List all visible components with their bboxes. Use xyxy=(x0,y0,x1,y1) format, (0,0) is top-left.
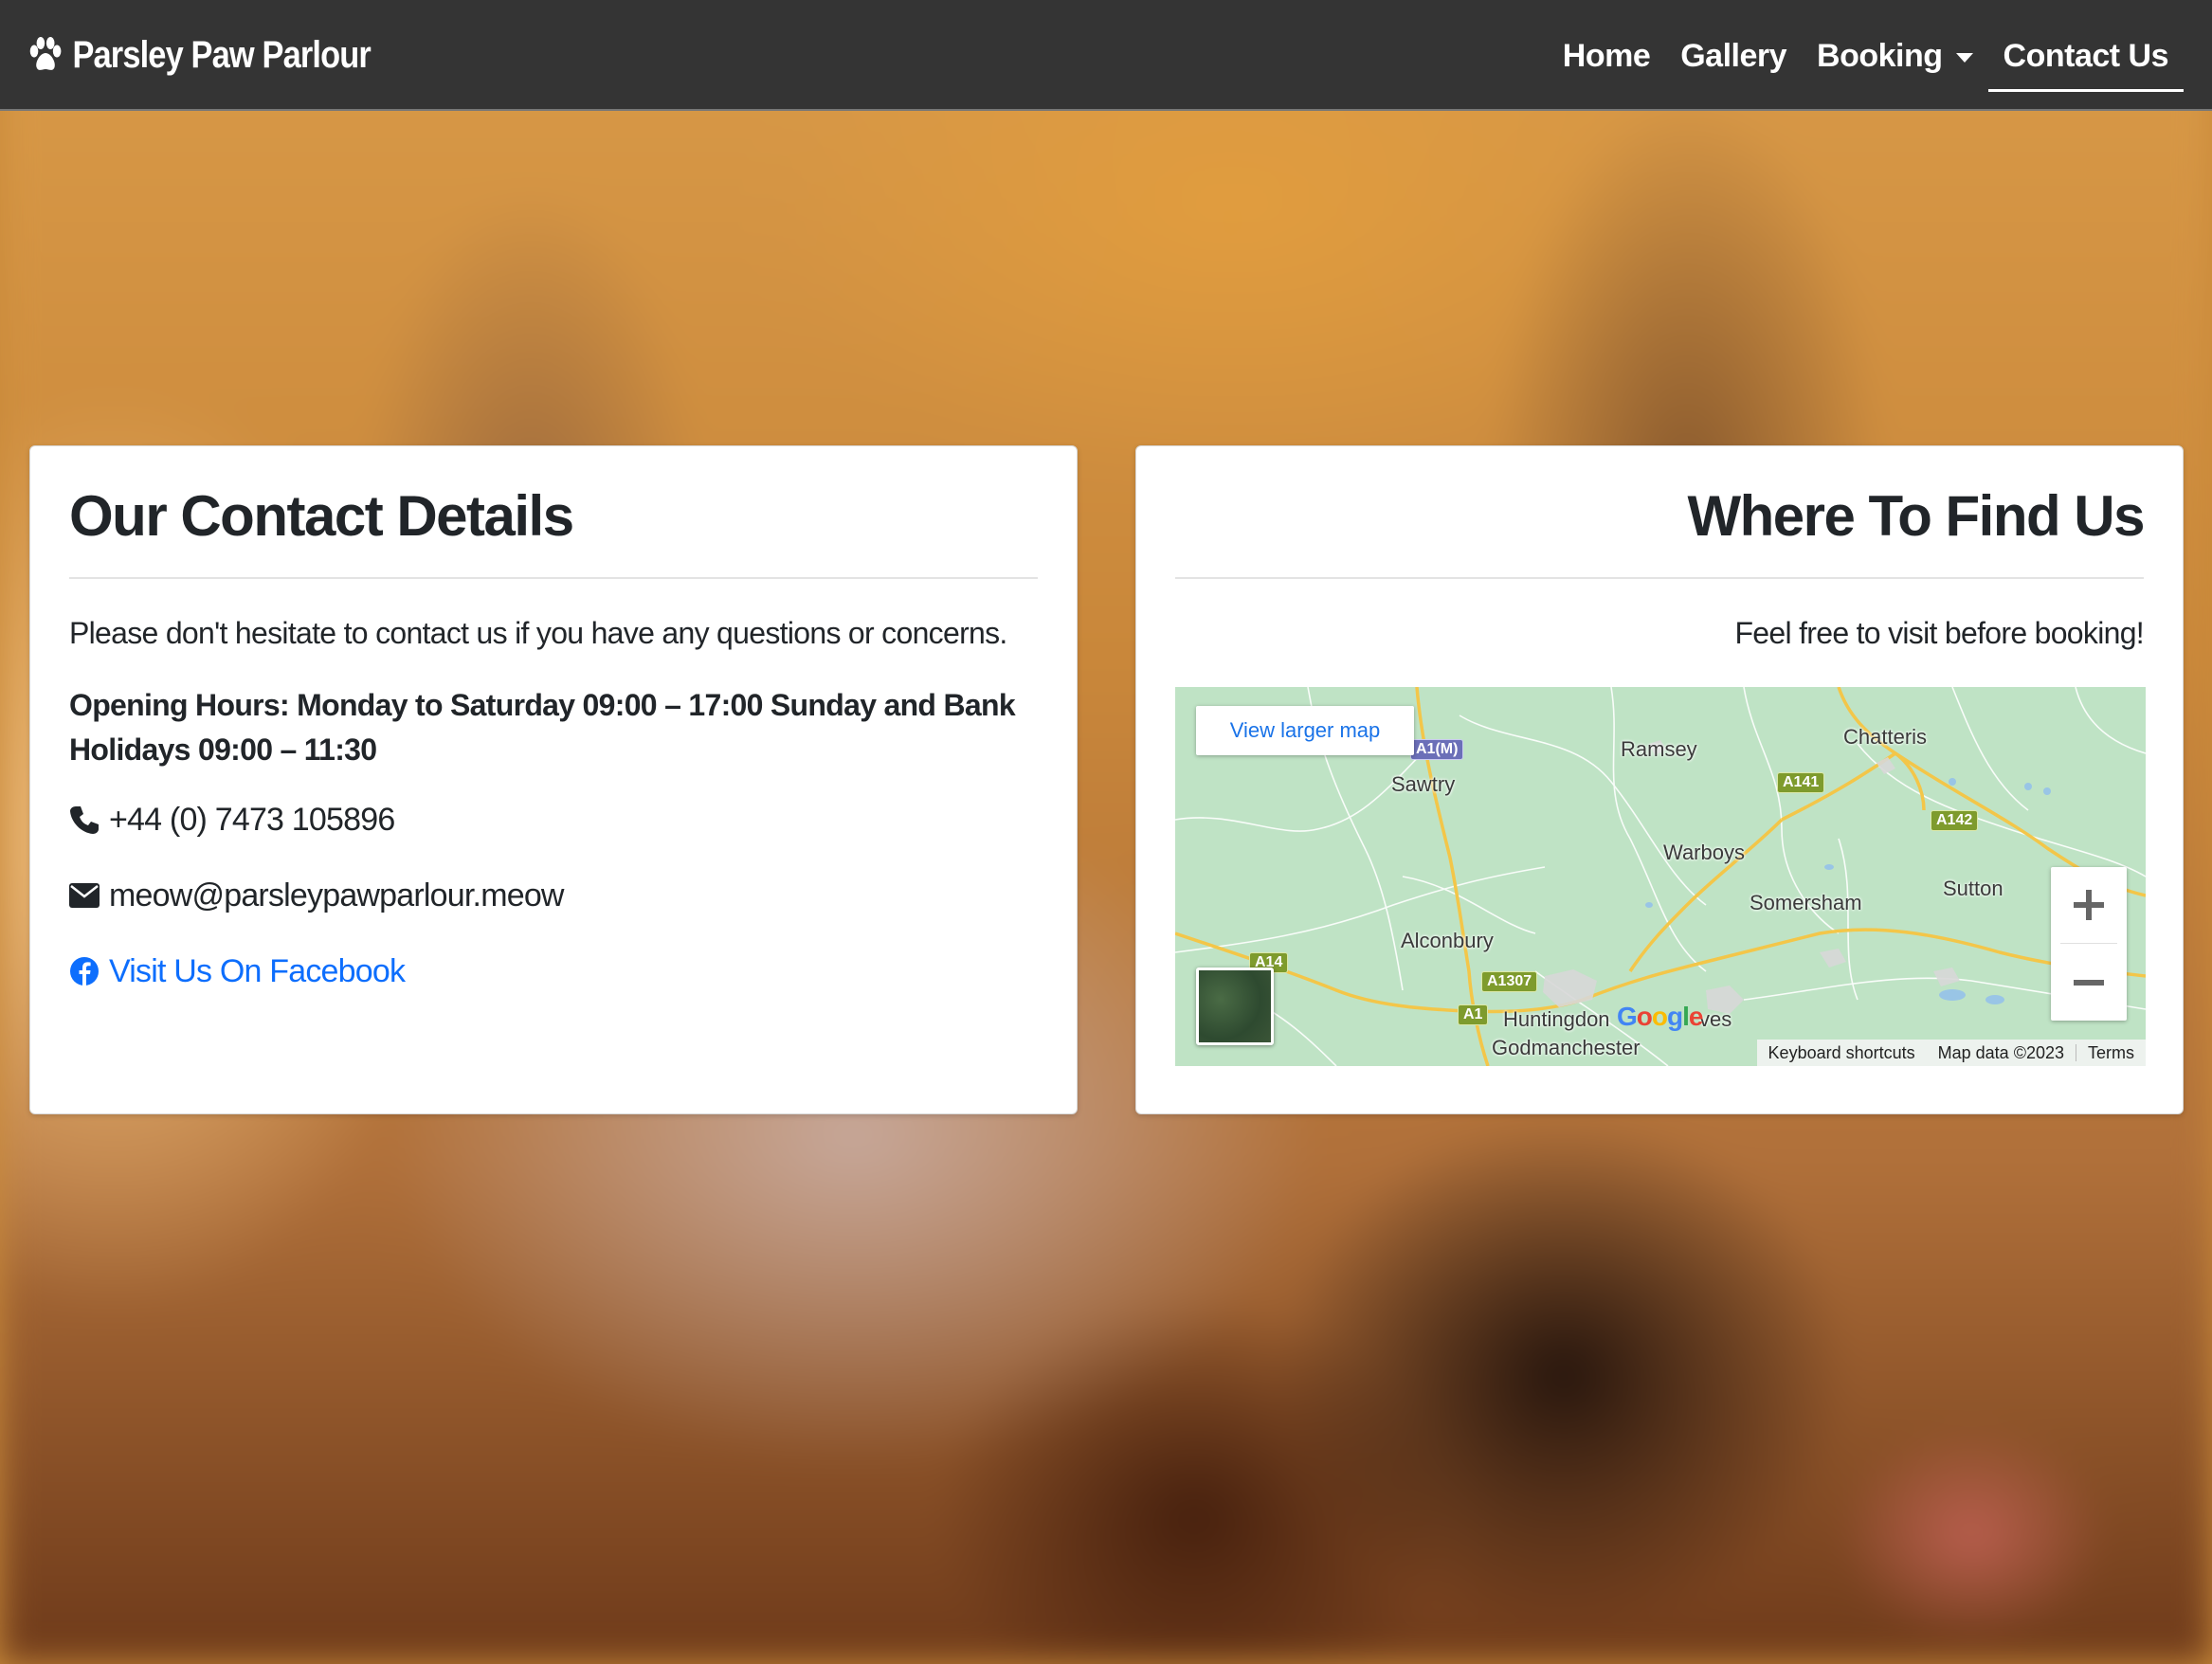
nav-gallery-label: Gallery xyxy=(1680,37,1787,74)
find-us-title: Where To Find Us xyxy=(1687,484,2145,548)
zoom-controls xyxy=(2051,867,2127,1021)
caret-down-icon xyxy=(1955,53,1973,63)
minus-icon xyxy=(2074,980,2104,986)
zoom-separator xyxy=(2060,943,2117,944)
map-place-label: ves xyxy=(1699,1007,1732,1031)
road-badge: A142 xyxy=(1931,810,1979,831)
contact-intro: Please don't hesitate to contact us if y… xyxy=(69,616,1007,650)
zoom-out-button[interactable] xyxy=(2051,945,2127,1021)
phone-icon xyxy=(70,806,99,835)
facebook-label: Visit Us On Facebook xyxy=(109,952,406,989)
phone-number[interactable]: +44 (0) 7473 105896 xyxy=(109,802,395,839)
map-place-label: Somersham xyxy=(1750,891,1862,914)
facebook-link[interactable]: Visit Us On Facebook xyxy=(69,951,1038,991)
road-badge: A141 xyxy=(1777,772,1825,793)
paw-icon xyxy=(29,37,62,70)
contact-title: Our Contact Details xyxy=(69,484,574,548)
view-larger-map-button[interactable]: View larger map xyxy=(1196,706,1414,755)
nav-booking-label: Booking xyxy=(1817,37,1943,74)
facebook-icon xyxy=(70,957,99,986)
map-place-label: Sutton xyxy=(1943,877,2003,900)
map-place-label: Sawtry xyxy=(1391,772,1456,796)
brand-name: Parsley Paw Parlour xyxy=(72,33,371,76)
embedded-map[interactable]: Ramsey Chatteris Sawtry Warboys Somersha… xyxy=(1175,687,2146,1066)
nav-menu: Home Gallery Booking Contact Us xyxy=(1548,23,2185,92)
nav-home[interactable]: Home xyxy=(1548,25,1665,88)
plus-icon xyxy=(2074,890,2104,920)
map-attribution: Keyboard shortcuts Map data ©2023 Terms xyxy=(1756,1040,2146,1066)
divider xyxy=(69,577,1038,579)
map-place-label: Warboys xyxy=(1663,841,1745,864)
map-place-label: Godmanchester xyxy=(1492,1036,1641,1059)
road-badge: A1307 xyxy=(1481,971,1538,992)
divider xyxy=(1175,577,2144,579)
phone-row: +44 (0) 7473 105896 xyxy=(69,800,1038,840)
nav-booking-dropdown[interactable]: Booking xyxy=(1802,25,1987,88)
map-place-label: Huntingdon xyxy=(1503,1007,1610,1031)
road-badge: A1 xyxy=(1458,1004,1489,1025)
nav-home-label: Home xyxy=(1562,37,1651,74)
contact-details-card: Our Contact Details Please don't hesitat… xyxy=(29,445,1078,1114)
zoom-in-button[interactable] xyxy=(2051,867,2127,943)
nav-gallery[interactable]: Gallery xyxy=(1665,25,1802,88)
opening-hours: Opening Hours: Monday to Saturday 09:00 … xyxy=(69,688,1016,767)
email-address[interactable]: meow@parsleypawparlour.meow xyxy=(109,877,564,914)
map-place-label: Ramsey xyxy=(1621,737,1697,761)
map-place-label: Alconbury xyxy=(1401,929,1494,952)
brand[interactable]: Parsley Paw Parlour xyxy=(28,28,372,81)
email-row: meow@parsleypawparlour.meow xyxy=(69,876,1038,915)
satellite-toggle[interactable] xyxy=(1196,968,1274,1045)
navbar: Parsley Paw Parlour Home Gallery Booking… xyxy=(0,0,2212,111)
map-place-label: Chatteris xyxy=(1843,725,1928,749)
envelope-icon xyxy=(69,883,100,909)
terms-link[interactable]: Terms xyxy=(2076,1043,2146,1063)
map-data-label: Map data ©2023 xyxy=(1937,1042,2064,1062)
road-badge: A1(M) xyxy=(1410,739,1464,760)
find-us-subtitle: Feel free to visit before booking! xyxy=(1734,616,2144,650)
nav-contact-label: Contact Us xyxy=(2003,37,2169,74)
google-logo: Google xyxy=(1617,1002,1703,1031)
keyboard-shortcuts-link[interactable]: Keyboard shortcuts xyxy=(1757,1043,1927,1063)
nav-contact-us[interactable]: Contact Us xyxy=(1987,25,2185,92)
find-us-card: Where To Find Us Feel free to visit befo… xyxy=(1135,445,2184,1114)
